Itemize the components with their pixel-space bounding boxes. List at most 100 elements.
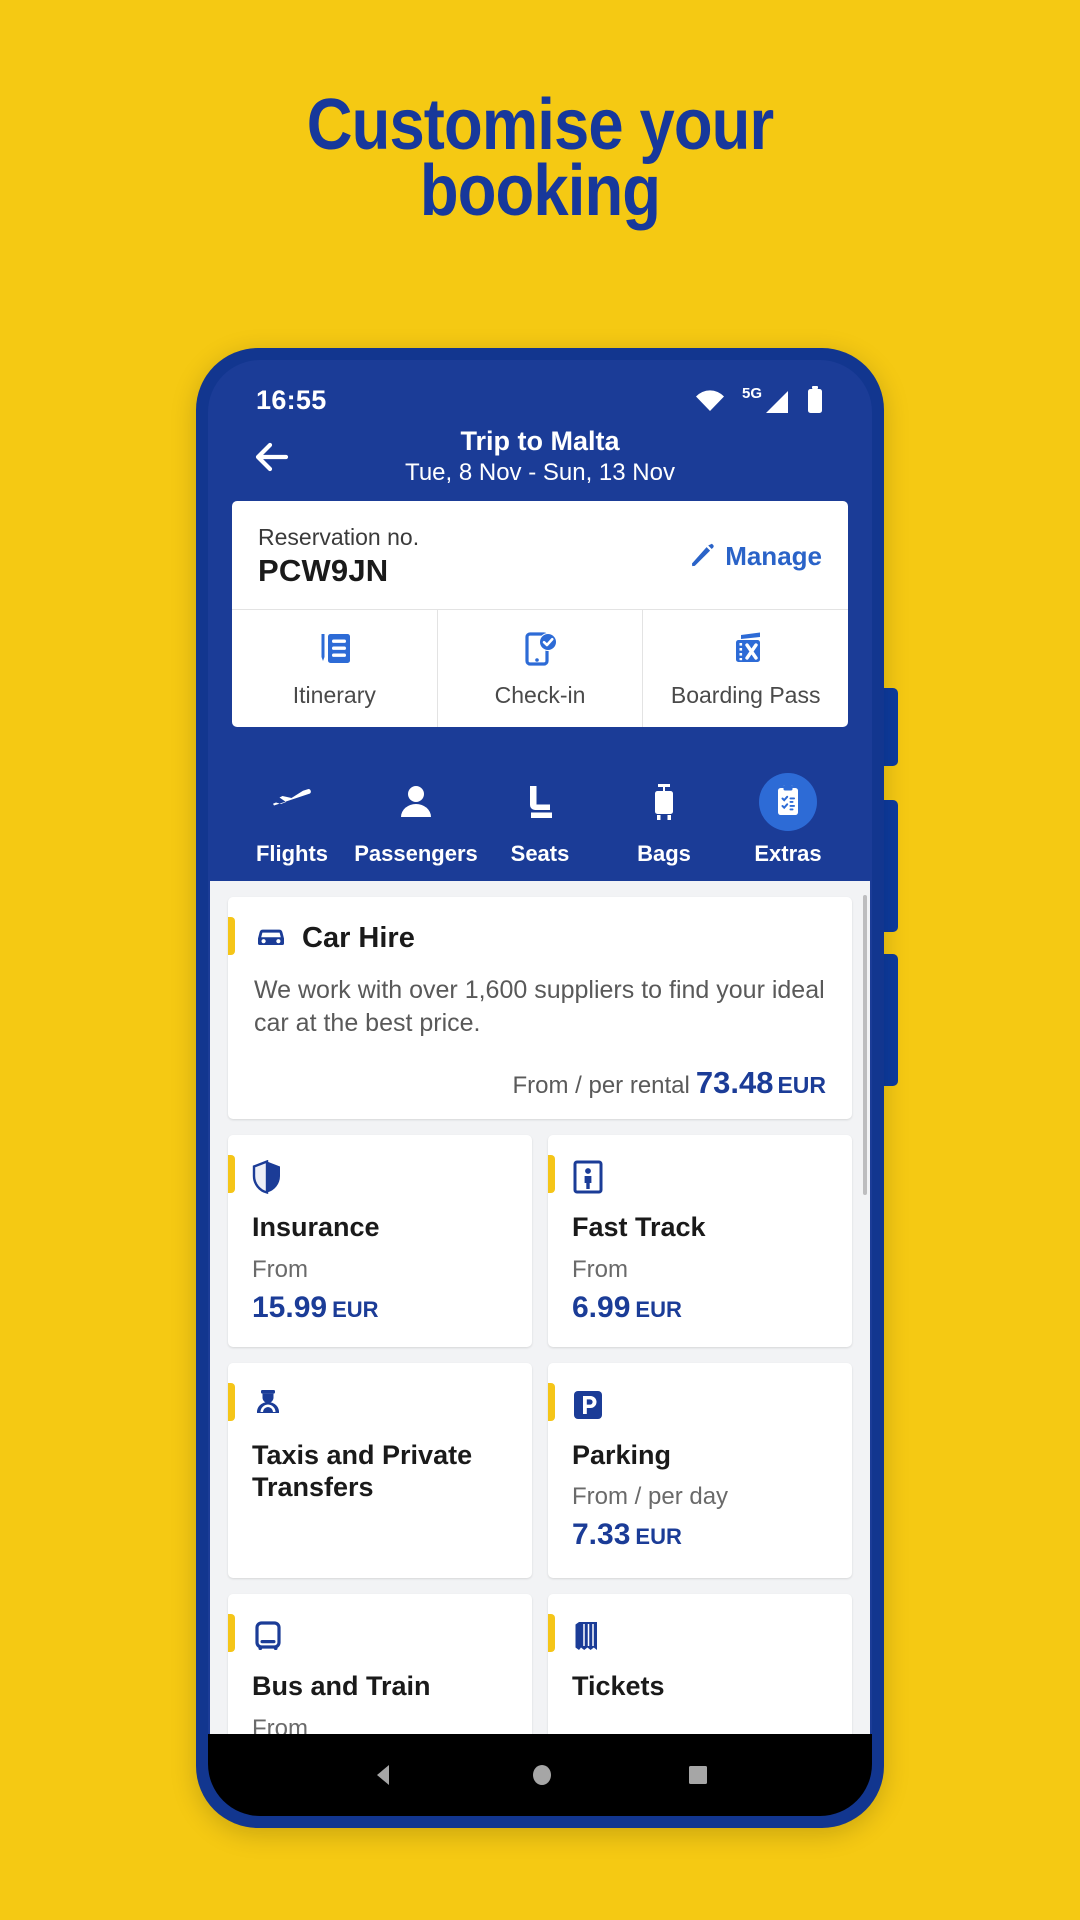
extras-card-car-hire[interactable]: Car Hire We work with over 1,600 supplie… — [228, 897, 852, 1120]
extras-card-tickets[interactable]: Tickets — [548, 1594, 852, 1734]
price-label: From / per rental — [512, 1072, 690, 1100]
extras-card-insurance[interactable]: Insurance From 15.99 EUR — [228, 1135, 532, 1348]
price-amount: 15.99 — [252, 1290, 328, 1324]
price-currency: EUR — [332, 1296, 379, 1322]
reservation-action-label: Itinerary — [292, 682, 376, 709]
status-bar-icons: 5G — [694, 386, 824, 415]
price-amount: 7.33 — [572, 1518, 631, 1552]
car-hire-header: Car Hire — [254, 919, 826, 958]
android-navigation-bar — [208, 1734, 872, 1816]
extras-card-price — [572, 1721, 828, 1734]
extras-card-fast-track[interactable]: Fast Track From 6.99 EUR — [548, 1135, 852, 1348]
promo-headline-line2: booking — [419, 151, 661, 232]
extras-card-title: Tickets — [572, 1671, 665, 1702]
reservation-action-check-in[interactable]: Check-in — [436, 610, 643, 728]
reservation-action-boarding-pass[interactable]: Boarding Pass — [642, 610, 848, 728]
extras-card-price: From / per rental 73.48 EUR — [254, 1065, 826, 1101]
nav-home-icon[interactable] — [529, 1760, 555, 1790]
page-title: Trip to Malta — [460, 426, 620, 457]
reservation-number-block: Reservation no. PCW9JN — [258, 523, 419, 589]
price-currency: EUR — [635, 1296, 682, 1322]
price-label: From / per day — [572, 1483, 729, 1511]
tab-bags[interactable]: Bags — [602, 773, 726, 867]
nav-back-icon[interactable] — [369, 1760, 399, 1790]
promo-headline: Customise your booking — [65, 0, 1015, 232]
price-currency: EUR — [635, 1524, 682, 1550]
reservation-number-label: Reservation no. — [258, 524, 420, 551]
tab-label: Flights — [255, 841, 329, 867]
app-header: Trip to Malta Tue, 8 Nov - Sun, 13 Nov — [208, 425, 872, 490]
extras-card-description: We work with over 1,600 suppliers to fin… — [254, 976, 825, 1037]
extras-card-title: Car Hire — [302, 922, 415, 955]
cellular-signal-icon: 5G — [742, 386, 790, 415]
reservation-number-value: PCW9JN — [258, 553, 389, 589]
check-in-icon — [521, 630, 559, 668]
network-type-label: 5G — [741, 384, 762, 402]
nav-recents-icon[interactable] — [685, 1762, 711, 1788]
tab-label: Bags — [637, 841, 691, 867]
section-tab-bar: Flights Passengers Seats Bags Extras — [208, 727, 872, 881]
price-amount: 73.48 — [695, 1065, 774, 1101]
back-arrow-icon[interactable] — [248, 435, 292, 479]
extras-card-bus-and-train[interactable]: Bus and Train From 6.00EUR — [228, 1594, 532, 1734]
status-bar-time: 16:55 — [256, 384, 327, 415]
tab-passengers[interactable]: Passengers — [354, 773, 478, 867]
price-amount: 6.99 — [572, 1290, 631, 1324]
manage-button[interactable]: Manage — [689, 541, 822, 572]
reservation-actions: Itinerary Check-in Boarding Pass — [232, 609, 848, 728]
battery-icon — [806, 386, 824, 414]
price-currency: EUR — [777, 1072, 826, 1099]
wifi-icon — [694, 388, 726, 412]
scrollbar-track[interactable] — [863, 895, 867, 1724]
phone-screen: 16:55 5G Trip to Malta Tue, 8 Nov - Sun,… — [208, 360, 872, 1816]
pencil-icon — [689, 543, 715, 569]
tab-seats[interactable]: Seats — [478, 773, 602, 867]
tab-label: Extras — [754, 841, 822, 867]
chauffeur-icon — [252, 1385, 508, 1425]
extras-card-title: Taxis and Private Transfers — [252, 1440, 473, 1503]
phone-frame: 16:55 5G Trip to Malta Tue, 8 Nov - Sun,… — [196, 348, 884, 1828]
app-header-titles: Trip to Malta Tue, 8 Nov - Sun, 13 Nov — [208, 426, 872, 488]
extras-card-taxis-and-private-transfers[interactable]: Taxis and Private Transfers — [228, 1363, 532, 1579]
tab-label: Passengers — [354, 841, 478, 867]
extras-list[interactable]: Car Hire We work with over 1,600 supplie… — [210, 881, 870, 1734]
reservation-action-itinerary[interactable]: Itinerary — [232, 610, 437, 727]
clipboard-check-icon — [759, 773, 817, 832]
extras-card-price: 15.99 EUR — [252, 1291, 508, 1326]
parking-icon — [572, 1385, 828, 1425]
fast-track-icon — [572, 1157, 828, 1197]
extras-card-title: Bus and Train — [252, 1671, 431, 1702]
manage-button-label: Manage — [725, 540, 822, 571]
extras-card-title: Parking — [572, 1440, 672, 1471]
phone-mockup: 16:55 5G Trip to Malta Tue, 8 Nov - Sun,… — [196, 348, 898, 1828]
extras-card-title: Fast Track — [572, 1212, 706, 1243]
extras-card-title: Insurance — [252, 1212, 380, 1243]
tab-flights[interactable]: Flights — [230, 773, 354, 867]
extras-card-price — [252, 1522, 508, 1557]
status-bar: 16:55 5G — [208, 360, 872, 425]
bus-icon — [252, 1616, 508, 1656]
shield-icon — [252, 1157, 508, 1197]
tab-extras[interactable]: Extras — [726, 773, 850, 867]
seat-icon — [511, 773, 569, 831]
itinerary-icon — [315, 630, 353, 668]
car-icon — [254, 919, 288, 958]
price-label: From — [252, 1714, 308, 1734]
extras-grid: Insurance From 15.99 EUR Fast Track From… — [228, 1135, 852, 1734]
extras-card-price: 6.99 EUR — [572, 1291, 828, 1326]
reservation-action-label: Check-in — [494, 682, 586, 709]
ticket-icon — [572, 1616, 828, 1656]
extras-card-parking[interactable]: Parking From / per day 7.33 EUR — [548, 1363, 852, 1579]
scrollbar-thumb[interactable] — [863, 895, 867, 1196]
person-icon — [387, 773, 445, 831]
tab-label: Seats — [510, 841, 570, 867]
page-subtitle: Tue, 8 Nov - Sun, 13 Nov — [405, 458, 675, 486]
reservation-card: Reservation no. PCW9JN Manage Itinerary … — [232, 501, 848, 728]
reservation-summary: Reservation no. PCW9JN Manage — [232, 501, 848, 609]
reservation-action-label: Boarding Pass — [670, 682, 821, 709]
extras-card-price: 7.33 EUR — [572, 1518, 828, 1553]
price-label: From — [572, 1255, 628, 1283]
suitcase-icon — [635, 773, 693, 831]
airplane-icon — [263, 773, 321, 831]
price-label: From — [252, 1255, 308, 1283]
